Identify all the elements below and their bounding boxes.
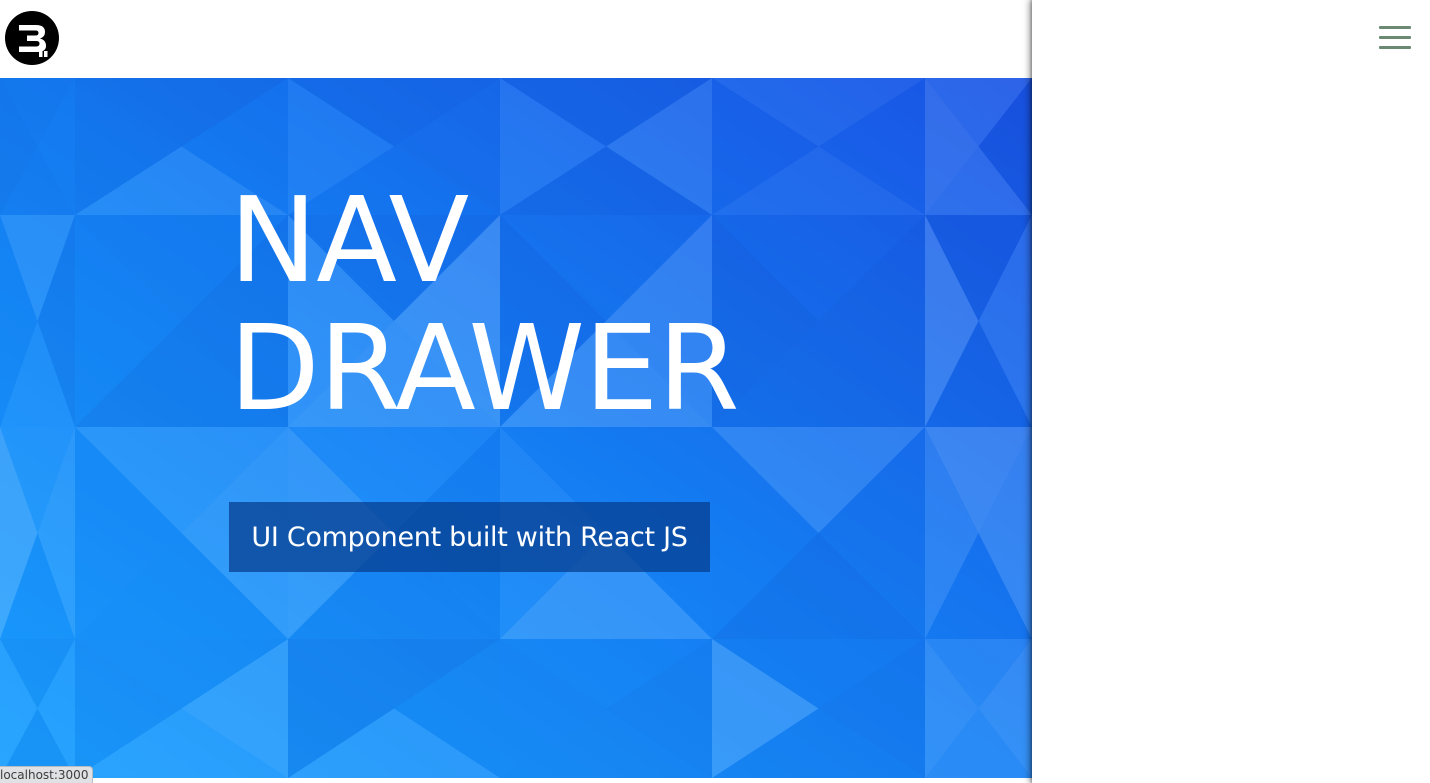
main-content: NAV DRAWER UI Component built with React… — [0, 0, 1032, 783]
top-header — [0, 0, 1032, 78]
hamburger-menu-icon[interactable] — [1379, 26, 1411, 50]
hamburger-bar — [1379, 36, 1411, 39]
hamburger-bar — [1379, 26, 1411, 29]
hero-subtitle-box: UI Component built with React JS — [229, 502, 710, 572]
hero-banner: NAV DRAWER UI Component built with React… — [0, 78, 1032, 778]
nav-drawer — [1032, 0, 1430, 783]
browser-status-url: localhost:3000 — [0, 766, 94, 783]
hero-title-line1: NAV — [229, 171, 469, 309]
hero-title: NAV DRAWER — [229, 171, 740, 437]
app-window: NAV DRAWER UI Component built with React… — [0, 0, 1430, 783]
brand-logo-icon[interactable] — [5, 11, 59, 65]
hero-subtitle: UI Component built with React JS — [251, 521, 688, 553]
hero-title-line2: DRAWER — [229, 299, 740, 437]
hamburger-bar — [1379, 46, 1411, 49]
